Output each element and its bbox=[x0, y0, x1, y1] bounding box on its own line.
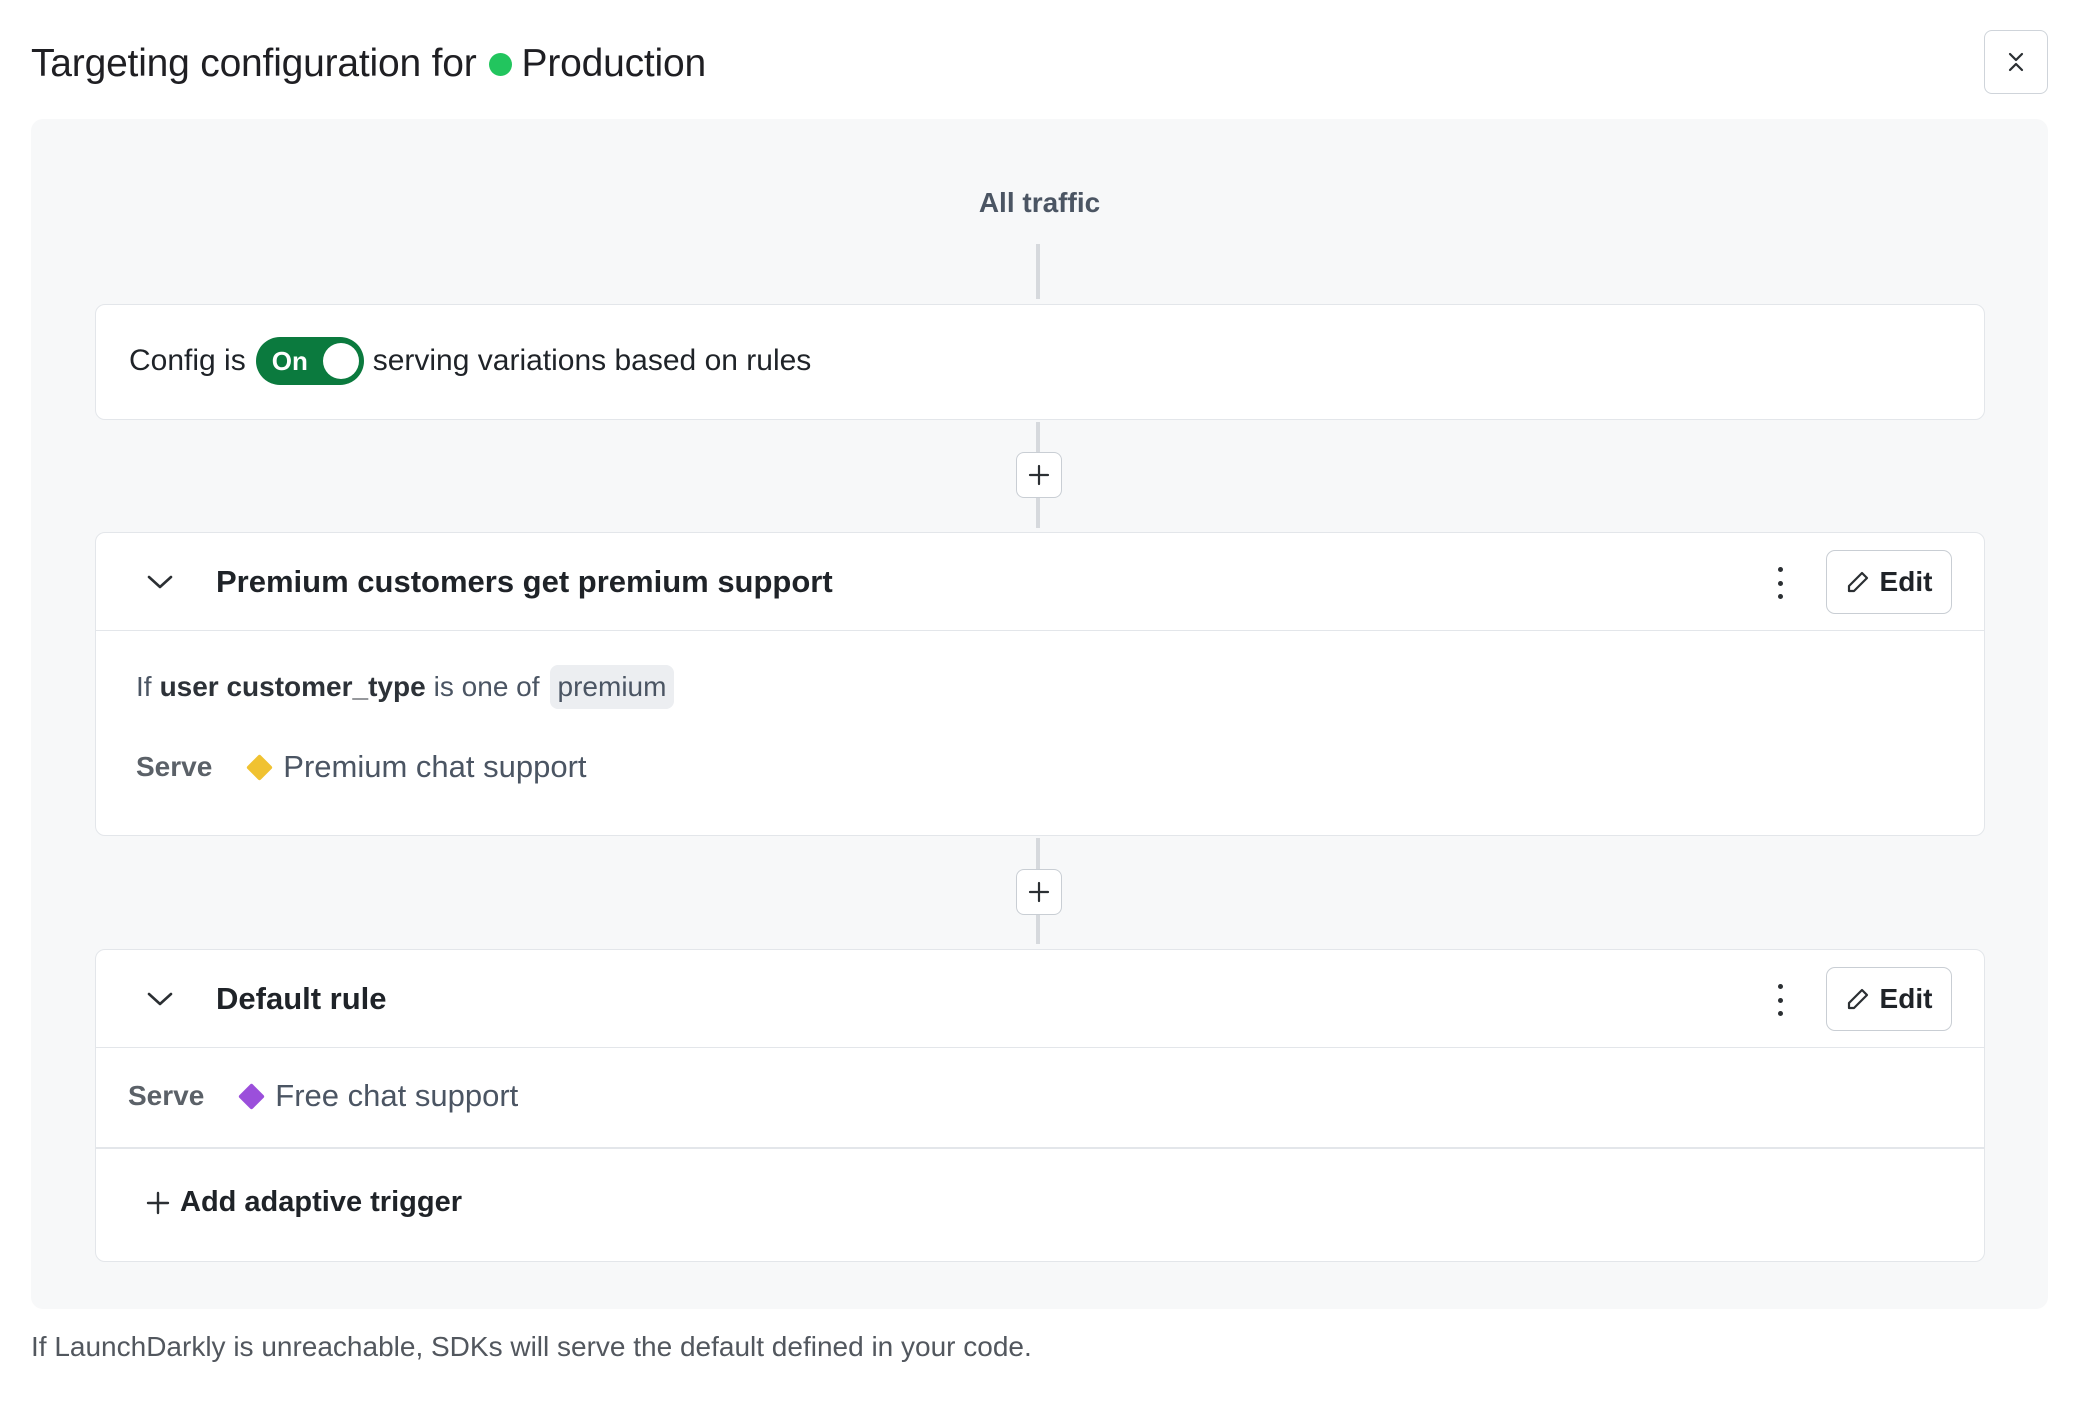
add-adaptive-trigger-label: Add adaptive trigger bbox=[180, 1186, 462, 1218]
all-traffic-label: All traffic bbox=[978, 187, 1101, 218]
pencil-icon bbox=[1847, 571, 1868, 593]
rule-serve-row: Serve Premium chat support bbox=[136, 749, 587, 785]
environment-status-dot bbox=[488, 52, 512, 76]
edit-default-rule-button[interactable]: Edit bbox=[1826, 967, 1952, 1031]
kebab-icon bbox=[1777, 567, 1783, 572]
clause-value-chip: premium bbox=[549, 665, 675, 709]
chevron-down-icon bbox=[147, 992, 173, 1005]
rule-menu-button[interactable] bbox=[1774, 567, 1786, 599]
diamond-icon bbox=[246, 753, 274, 781]
clause-attribute: user customer_type bbox=[159, 671, 426, 702]
targeting-canvas: All traffic Config is On serving variati… bbox=[31, 119, 2048, 1309]
add-rule-button[interactable] bbox=[1016, 869, 1062, 915]
page-title: Targeting configuration for Production bbox=[31, 42, 706, 86]
rule-clause: If user customer_type is one of premium bbox=[136, 665, 675, 709]
serve-label: Serve bbox=[136, 751, 213, 782]
config-suffix: serving variations based on rules bbox=[372, 344, 812, 377]
default-rule-header: Default rule Edit bbox=[96, 950, 1984, 1048]
plus-icon bbox=[1028, 881, 1050, 903]
toggle-knob bbox=[322, 343, 359, 379]
plus-icon bbox=[1028, 464, 1050, 486]
collapse-icon bbox=[2008, 52, 2024, 72]
clause-operator: is one of bbox=[433, 671, 540, 702]
served-variation: Free chat support bbox=[275, 1078, 519, 1113]
flow-connector bbox=[1036, 244, 1040, 299]
config-toggle[interactable]: On bbox=[255, 337, 364, 385]
plus-icon bbox=[146, 1191, 170, 1214]
collapse-button[interactable] bbox=[1984, 30, 2048, 94]
toggle-label: On bbox=[271, 345, 308, 376]
fallback-note: If LaunchDarkly is unreachable, SDKs wil… bbox=[31, 1331, 1032, 1362]
header: Targeting configuration for Production bbox=[31, 38, 706, 90]
pencil-icon bbox=[1847, 988, 1868, 1010]
edit-rule-button[interactable]: Edit bbox=[1826, 550, 1952, 614]
edit-label: Edit bbox=[1879, 566, 1933, 597]
rule-card: Premium customers get premium support Ed… bbox=[95, 532, 1985, 836]
rule-header: Premium customers get premium support Ed… bbox=[96, 533, 1984, 631]
default-rule-card: Default rule Edit Serve Free chat suppor… bbox=[95, 949, 1985, 1262]
default-rule-collapse-toggle[interactable] bbox=[140, 979, 180, 1019]
divider bbox=[96, 1147, 1984, 1149]
default-rule-menu-button[interactable] bbox=[1774, 984, 1786, 1016]
rule-title: Premium customers get premium support bbox=[216, 563, 833, 599]
diamond-icon bbox=[238, 1082, 266, 1110]
kebab-icon bbox=[1777, 984, 1783, 989]
clause-prefix: If bbox=[136, 671, 152, 702]
default-rule-title: Default rule bbox=[216, 980, 387, 1016]
config-status-card: Config is On serving variations based on… bbox=[95, 304, 1985, 420]
chevron-down-icon bbox=[147, 575, 173, 588]
served-variation: Premium chat support bbox=[283, 749, 587, 784]
page-title-prefix: Targeting configuration for bbox=[31, 42, 477, 85]
default-serve-row: Serve Free chat support bbox=[128, 1078, 518, 1114]
environment-name: Production bbox=[521, 42, 707, 85]
edit-label: Edit bbox=[1879, 983, 1933, 1014]
add-adaptive-trigger-button[interactable]: Add adaptive trigger bbox=[146, 1186, 462, 1219]
config-prefix: Config is bbox=[129, 344, 246, 377]
add-rule-button[interactable] bbox=[1016, 452, 1062, 498]
serve-label: Serve bbox=[128, 1080, 205, 1111]
rule-collapse-toggle[interactable] bbox=[140, 562, 180, 602]
